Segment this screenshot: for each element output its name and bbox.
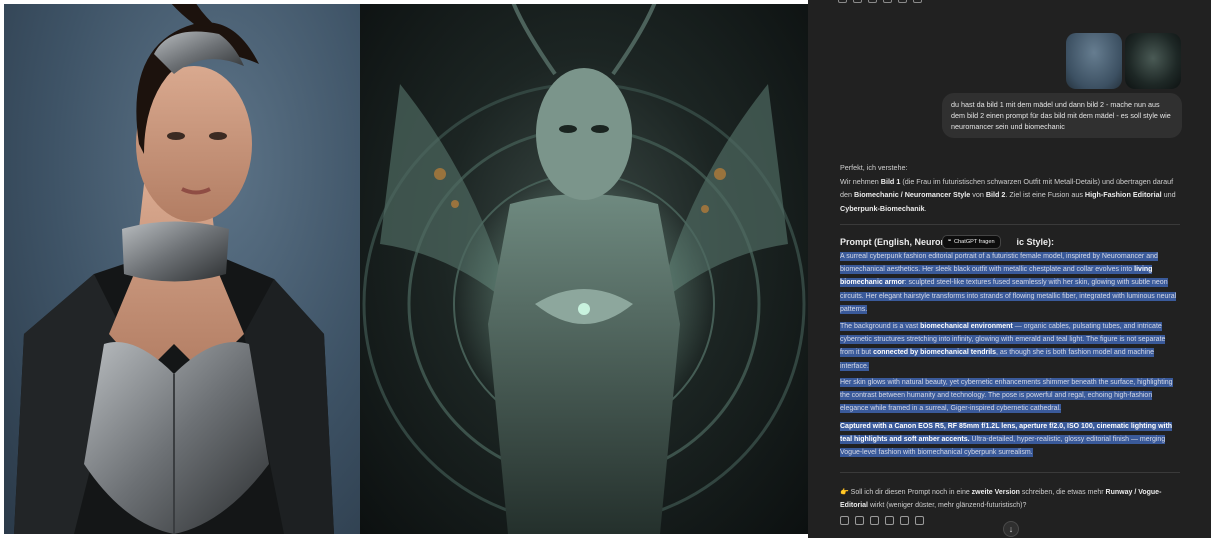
prompt-paragraph-2: The background is a vast biomechanical e… [840,322,1166,371]
follow-up-question: 👉 Soll ich dir diesen Prompt noch in ein… [840,489,1162,510]
arrow-down-icon: ↓ [1008,524,1014,534]
top-toolbar [838,0,922,3]
regenerate-icon[interactable] [913,0,922,3]
assistant-intro: Perfekt, ich verstehe: Wir nehmen Bild 1… [840,161,1178,215]
fashion-model-illustration [14,4,334,534]
speaker-icon[interactable] [885,516,894,525]
regenerate-icon[interactable] [915,516,924,525]
divider [840,472,1180,473]
prompt-paragraph-4: Captured with a Canon EOS R5, RF 85mm f/… [840,422,1173,458]
image-fashion-model [4,4,360,534]
attachment-thumbnail-2[interactable] [1125,33,1181,89]
image-biomechanical-figure [360,4,808,534]
prompt-paragraph-1: A surreal cyberpunk fashion editorial po… [840,252,1177,314]
prompt-paragraph-3: Her skin glows with natural beauty, yet … [840,378,1173,414]
copy-icon[interactable] [840,516,849,525]
attached-images [1066,33,1181,89]
thumbs-down-icon[interactable] [870,516,879,525]
copy-icon[interactable] [838,0,847,3]
divider [840,224,1180,225]
quote-icon: ❝ [948,239,952,245]
thumbs-up-icon[interactable] [853,0,862,3]
attachment-thumbnail-1[interactable] [1066,33,1122,89]
scroll-down-button[interactable]: ↓ [1003,521,1019,537]
speaker-icon[interactable] [883,0,892,3]
ask-chatgpt-button[interactable]: ❝ ChatGPT fragen [942,235,1001,249]
thumbs-up-icon[interactable] [855,516,864,525]
chat-panel: du hast da bild 1 mit dem mädel und dann… [808,0,1211,538]
user-message-bubble: du hast da bild 1 mit dem mädel und dann… [942,93,1182,138]
share-icon[interactable] [900,516,909,525]
share-icon[interactable] [898,0,907,3]
intro-line-2: Wir nehmen Bild 1 (die Frau im futuristi… [840,176,1176,213]
thumbs-down-icon[interactable] [868,0,877,3]
biomechanical-illustration [362,4,806,534]
intro-line-1: Perfekt, ich verstehe: [840,163,908,172]
message-actions [840,516,924,525]
